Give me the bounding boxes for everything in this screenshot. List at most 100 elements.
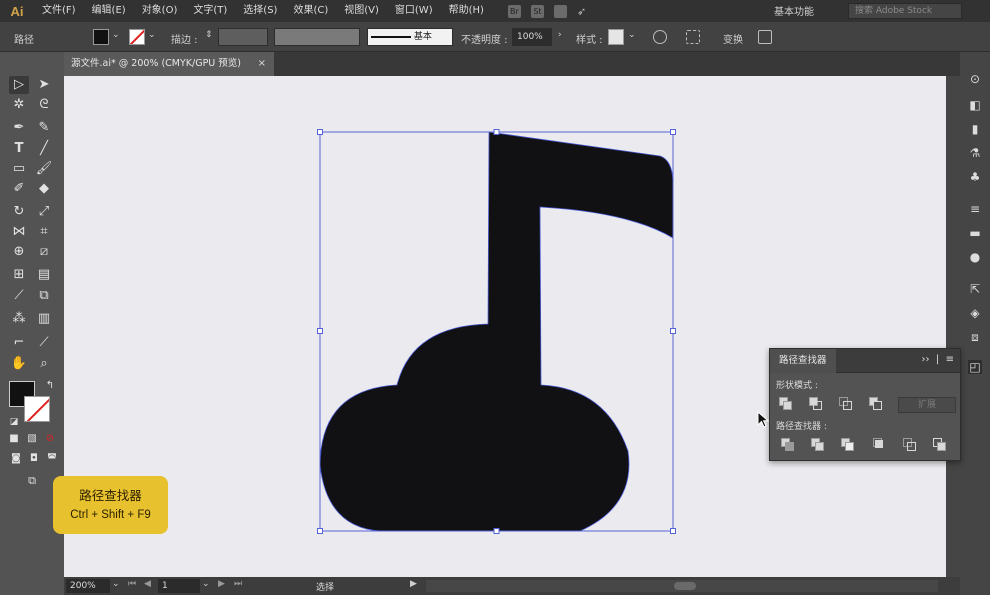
lasso-tool-icon[interactable]: ᘓ: [34, 96, 54, 114]
properties-icon[interactable]: ⊙: [968, 72, 982, 86]
pathfinder-dock-icon[interactable]: ◰: [968, 360, 982, 374]
menu-select[interactable]: 选择(S): [235, 0, 285, 22]
previous-artboard-icon[interactable]: ◀: [144, 579, 151, 589]
opacity-arrow-icon[interactable]: ›: [558, 30, 562, 40]
rectangle-tool-icon[interactable]: ▭: [9, 160, 29, 178]
menu-view[interactable]: 视图(V): [336, 0, 387, 22]
artboard-tool-icon[interactable]: ⌐: [9, 334, 29, 352]
document-tab[interactable]: 源文件.ai* @ 200% (CMYK/GPU 预览) ×: [64, 52, 274, 76]
horizontal-scrollbar[interactable]: [426, 580, 938, 592]
scale-tool-icon[interactable]: ⤢: [34, 203, 54, 221]
music-note-artwork[interactable]: [64, 76, 946, 577]
artboard-canvas[interactable]: [64, 76, 946, 577]
close-icon[interactable]: ×: [258, 52, 266, 76]
eraser-tool-icon[interactable]: ◆: [34, 180, 54, 198]
menu-window[interactable]: 窗口(W): [387, 0, 441, 22]
libraries-icon[interactable]: ◧: [968, 98, 982, 112]
gradient-tool-icon[interactable]: ▤: [34, 266, 54, 284]
menu-file[interactable]: 文件(F): [34, 0, 84, 22]
draw-inside-icon[interactable]: ◚: [42, 450, 62, 468]
zoom-dropdown-icon[interactable]: ⌄: [112, 579, 120, 589]
draw-behind-icon[interactable]: ◘: [24, 450, 44, 468]
menu-object[interactable]: 对象(O): [134, 0, 186, 22]
none-mode-icon[interactable]: ⊘: [40, 430, 60, 448]
unite-icon[interactable]: [778, 396, 794, 412]
artboard-number-field[interactable]: 1: [158, 579, 200, 593]
type-tool-icon[interactable]: T: [9, 140, 29, 158]
variable-width-profile[interactable]: [274, 28, 360, 46]
hand-tool-icon[interactable]: ✋: [9, 355, 29, 373]
draw-mode-icon[interactable]: ◙: [6, 450, 26, 468]
isolate-group-icon[interactable]: [758, 30, 772, 44]
last-artboard-icon[interactable]: ⏭: [234, 579, 242, 589]
workspace-switcher[interactable]: 基本功能: [774, 3, 814, 18]
stroke-stepper-icon[interactable]: ⇕: [205, 30, 213, 40]
mesh-tool-icon[interactable]: ⊞: [9, 266, 29, 284]
zoom-tool-icon[interactable]: ⌕: [34, 355, 54, 373]
color-guide-icon[interactable]: ▮: [968, 122, 982, 136]
eyedropper-tool-icon[interactable]: ⟋: [9, 287, 29, 305]
stroke-swatch[interactable]: [129, 29, 145, 45]
stock-icon[interactable]: St: [530, 4, 544, 18]
fill-dropdown-icon[interactable]: ⌄: [112, 30, 120, 40]
menu-edit[interactable]: 编辑(E): [84, 0, 134, 22]
default-colors-icon[interactable]: ◪: [4, 413, 24, 431]
selection-tool-icon[interactable]: ▷: [9, 76, 29, 94]
zoom-field[interactable]: 200%: [66, 579, 110, 593]
column-graph-tool-icon[interactable]: ▥: [34, 310, 54, 328]
menu-type[interactable]: 文字(T): [185, 0, 235, 22]
menu-help[interactable]: 帮助(H): [441, 0, 492, 22]
perspective-grid-tool-icon[interactable]: ⧄: [34, 243, 54, 261]
menu-effect[interactable]: 效果(C): [285, 0, 336, 22]
expand-button[interactable]: 扩展: [898, 397, 956, 413]
gpu-rocket-icon[interactable]: ➶: [577, 5, 586, 18]
panel-menu-icon[interactable]: ›› | ≡: [922, 354, 954, 365]
stroke-dropdown-icon[interactable]: ⌄: [148, 30, 156, 40]
direct-selection-tool-icon[interactable]: ➤: [34, 76, 54, 94]
merge-icon[interactable]: [840, 437, 856, 453]
bridge-icon[interactable]: Br: [507, 4, 521, 18]
transform-link[interactable]: 变换: [723, 31, 743, 46]
stroke-weight-field[interactable]: [218, 28, 268, 46]
fill-swatch[interactable]: [93, 29, 109, 45]
pen-tool-icon[interactable]: ✒: [9, 119, 29, 137]
line-tool-icon[interactable]: ╱: [34, 140, 54, 158]
divide-icon[interactable]: [780, 437, 796, 453]
pathfinder-panel-title[interactable]: 路径查找器: [770, 349, 836, 373]
stroke-color-box[interactable]: [24, 396, 50, 422]
layers-icon[interactable]: ◈: [968, 306, 982, 320]
minus-back-icon[interactable]: [932, 437, 948, 453]
next-artboard-icon[interactable]: ▶: [218, 579, 225, 589]
stroke-panel-icon[interactable]: ≡: [968, 202, 982, 216]
exclude-icon[interactable]: [868, 396, 884, 412]
shaper-tool-icon[interactable]: ✐: [9, 180, 29, 198]
magic-wand-tool-icon[interactable]: ✲: [9, 96, 29, 114]
export-icon[interactable]: ⇱: [968, 282, 982, 296]
curvature-tool-icon[interactable]: ✎: [34, 119, 54, 137]
align-to-selection-icon[interactable]: [686, 30, 700, 44]
artboard-dropdown-icon[interactable]: ⌄: [202, 579, 210, 589]
symbols-icon[interactable]: ♣: [968, 170, 982, 184]
paintbrush-tool-icon[interactable]: 🖌: [34, 160, 54, 178]
brushes-icon[interactable]: ⚗: [968, 146, 982, 160]
symbol-sprayer-tool-icon[interactable]: ⁂: [9, 310, 29, 328]
width-tool-icon[interactable]: ⋈: [9, 223, 29, 241]
opacity-field[interactable]: 100%: [512, 28, 552, 46]
gradient-mode-icon[interactable]: ▧: [22, 430, 42, 448]
vertical-scrollbar[interactable]: [946, 76, 960, 577]
graphic-style-swatch[interactable]: [608, 29, 624, 45]
brush-definition-field[interactable]: 基本: [367, 28, 453, 46]
shape-builder-tool-icon[interactable]: ⊕: [9, 243, 29, 261]
recolor-artwork-icon[interactable]: [653, 30, 667, 44]
gradient-panel-icon[interactable]: ▬: [968, 226, 982, 240]
blend-tool-icon[interactable]: ⧉: [34, 287, 54, 305]
horizontal-scroll-thumb[interactable]: [674, 582, 696, 590]
artboards-icon[interactable]: ⧈: [968, 330, 982, 344]
swap-colors-icon[interactable]: ↰: [40, 377, 60, 395]
transparency-icon[interactable]: ●: [968, 250, 982, 264]
minus-front-icon[interactable]: [808, 396, 824, 412]
outline-icon[interactable]: [902, 437, 918, 453]
trim-icon[interactable]: [810, 437, 826, 453]
slice-tool-icon[interactable]: ⟋: [34, 334, 54, 352]
crop-icon[interactable]: [872, 437, 888, 453]
